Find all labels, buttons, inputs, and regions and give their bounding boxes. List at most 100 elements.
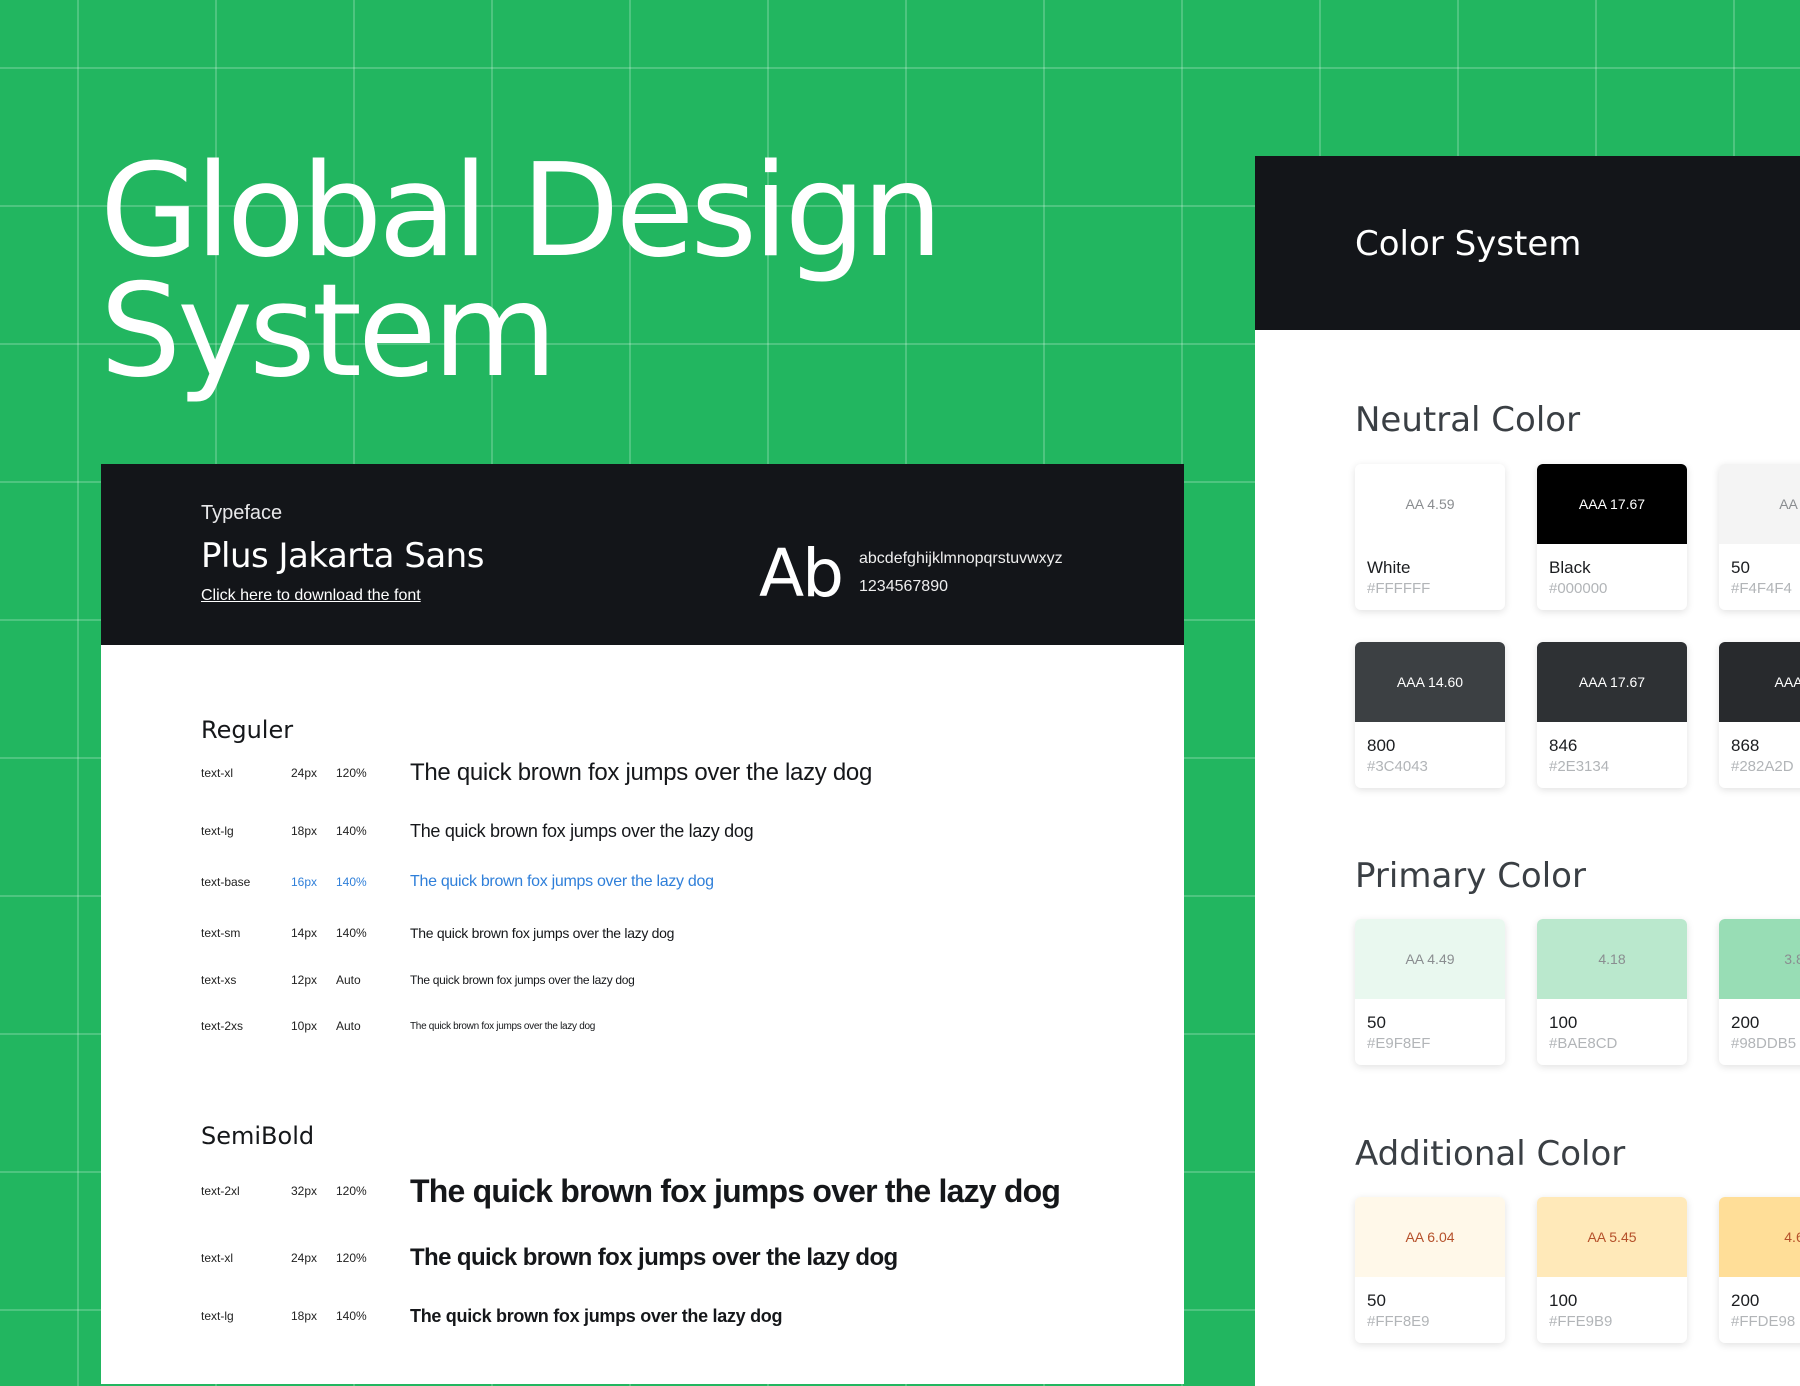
swatch-chip: AAA 17.67 bbox=[1537, 464, 1687, 544]
type-token: text-base bbox=[201, 875, 251, 889]
contrast-label: 4.18 bbox=[1598, 951, 1626, 967]
type-row: text-xl 24px 120% The quick brown fox ju… bbox=[201, 753, 1161, 793]
swatch-hex: #3C4043 bbox=[1367, 758, 1428, 775]
swatch-neutral-black[interactable]: AAA 17.67 Black #000000 bbox=[1537, 464, 1687, 610]
numbers-specimen: 1234567890 bbox=[859, 578, 948, 595]
swatch-name: 200 bbox=[1731, 1291, 1760, 1310]
swatch-name: 100 bbox=[1549, 1013, 1578, 1032]
type-sample: The quick brown fox jumps over the lazy … bbox=[410, 1244, 898, 1271]
additional-color-title: Additional Color bbox=[1355, 1134, 1626, 1174]
swatch-name: 868 bbox=[1731, 736, 1760, 755]
hero-title: Global Design System bbox=[100, 148, 943, 406]
type-line-height: 140% bbox=[336, 926, 367, 940]
swatch-primary-100[interactable]: 4.18 100 #BAE8CD bbox=[1537, 919, 1687, 1065]
swatch-hex: #FFF8E9 bbox=[1367, 1313, 1430, 1330]
download-font-link[interactable]: Click here to download the font bbox=[201, 587, 421, 605]
typeface-header: Typeface Plus Jakarta Sans Click here to… bbox=[101, 464, 1184, 645]
color-system-title: Color System bbox=[1355, 224, 1582, 264]
font-name: Plus Jakarta Sans bbox=[201, 536, 484, 576]
swatch-chip: AA 4 bbox=[1719, 464, 1800, 544]
swatch-chip: AA 5.45 bbox=[1537, 1197, 1687, 1277]
type-token: text-2xl bbox=[201, 1184, 240, 1198]
swatch-hex: #E9F8EF bbox=[1367, 1035, 1431, 1052]
type-line-height: 140% bbox=[336, 875, 367, 889]
color-system-card: Color System Neutral Color AA 4.59 White… bbox=[1255, 156, 1800, 1386]
swatch-name: 50 bbox=[1731, 558, 1750, 577]
type-sample: The quick brown fox jumps over the lazy … bbox=[410, 820, 754, 841]
contrast-label: AAA 17.67 bbox=[1578, 496, 1646, 512]
swatch-primary-200[interactable]: 3.8 200 #98DDB5 bbox=[1719, 919, 1800, 1065]
type-token: text-xl bbox=[201, 1251, 234, 1265]
type-sample: The quick brown fox jumps over the lazy … bbox=[410, 925, 675, 941]
swatch-additional-50[interactable]: AA 6.04 50 #FFF8E9 bbox=[1355, 1197, 1505, 1343]
swatch-hex: #282A2D bbox=[1731, 758, 1794, 775]
swatch-hex: #FFE9B9 bbox=[1549, 1313, 1613, 1330]
swatch-primary-50[interactable]: AA 4.49 50 #E9F8EF bbox=[1355, 919, 1505, 1065]
contrast-label: 4.6 bbox=[1784, 1229, 1800, 1245]
swatch-hex: #F4F4F4 bbox=[1731, 580, 1792, 597]
type-token: text-lg bbox=[201, 1309, 234, 1323]
regular-weight-title: Reguler bbox=[201, 716, 294, 744]
swatch-hex: #98DDB5 bbox=[1731, 1035, 1797, 1052]
type-sample: The quick brown fox jumps over the lazy … bbox=[410, 759, 873, 786]
type-size: 18px bbox=[291, 824, 318, 838]
contrast-label: AAA 1 bbox=[1774, 674, 1800, 690]
contrast-label: AAA 17.67 bbox=[1578, 674, 1646, 690]
swatch-chip: 4.18 bbox=[1537, 919, 1687, 999]
type-sample: The quick brown fox jumps over the lazy … bbox=[410, 1305, 783, 1326]
type-sample: The quick brown fox jumps over the lazy … bbox=[410, 1172, 1061, 1209]
type-line-height: 140% bbox=[336, 1309, 367, 1323]
type-size: 32px bbox=[291, 1184, 318, 1198]
type-line-height: 140% bbox=[336, 824, 367, 838]
type-token: text-xs bbox=[201, 973, 237, 987]
type-size: 10px bbox=[291, 1019, 318, 1033]
swatch-name: 200 bbox=[1731, 1013, 1760, 1032]
contrast-label: AA 4.59 bbox=[1405, 496, 1455, 512]
type-token: text-xl bbox=[201, 766, 234, 780]
typeface-label: Typeface bbox=[201, 502, 283, 524]
swatch-neutral-white[interactable]: AA 4.59 White #FFFFFF bbox=[1355, 464, 1505, 610]
type-size: 24px bbox=[291, 1251, 318, 1265]
type-row: text-xl 24px 120% The quick brown fox ju… bbox=[201, 1238, 1161, 1278]
type-size: 24px bbox=[291, 766, 318, 780]
alphabet-specimen: abcdefghijklmnopqrstuvwxyz bbox=[859, 550, 1063, 567]
ab-specimen: Ab bbox=[759, 535, 844, 612]
type-size: 16px bbox=[291, 875, 318, 889]
swatch-name: Black bbox=[1549, 558, 1591, 577]
primary-color-title: Primary Color bbox=[1355, 856, 1586, 896]
swatch-neutral-800[interactable]: AAA 14.60 800 #3C4043 bbox=[1355, 642, 1505, 788]
contrast-label: 3.8 bbox=[1784, 951, 1800, 967]
swatch-chip: AAA 17.67 bbox=[1537, 642, 1687, 722]
type-row: text-lg 18px 140% The quick brown fox ju… bbox=[201, 1296, 1161, 1336]
hero-title-line2: System bbox=[100, 257, 557, 406]
swatch-neutral-846[interactable]: AAA 17.67 846 #2E3134 bbox=[1537, 642, 1687, 788]
swatch-hex: #2E3134 bbox=[1549, 758, 1610, 775]
swatch-chip: AA 4.59 bbox=[1355, 464, 1505, 544]
swatch-chip: AAA 14.60 bbox=[1355, 642, 1505, 722]
type-sample: The quick brown fox jumps over the lazy … bbox=[410, 873, 714, 890]
swatch-additional-200[interactable]: 4.6 200 #FFDE98 bbox=[1719, 1197, 1800, 1343]
swatch-additional-100[interactable]: AA 5.45 100 #FFE9B9 bbox=[1537, 1197, 1687, 1343]
swatch-hex: #FFFFFF bbox=[1367, 580, 1431, 597]
type-token: text-2xs bbox=[201, 1019, 244, 1033]
type-row: text-2xs 10px Auto The quick brown fox j… bbox=[201, 1006, 1161, 1046]
type-sample: The quick brown fox jumps over the lazy … bbox=[410, 973, 635, 987]
color-system-header: Color System bbox=[1255, 156, 1800, 330]
swatch-name: White bbox=[1367, 558, 1411, 577]
swatch-neutral-868[interactable]: AAA 1 868 #282A2D bbox=[1719, 642, 1800, 788]
type-size: 18px bbox=[291, 1309, 318, 1323]
type-size: 14px bbox=[291, 926, 318, 940]
type-token: text-lg bbox=[201, 824, 234, 838]
semibold-weight-title: SemiBold bbox=[201, 1122, 315, 1150]
type-line-height: 120% bbox=[336, 1184, 367, 1198]
type-sample: The quick brown fox jumps over the lazy … bbox=[410, 1020, 595, 1032]
swatch-neutral-50[interactable]: AA 4 50 #F4F4F4 bbox=[1719, 464, 1800, 610]
type-row: text-lg 18px 140% The quick brown fox ju… bbox=[201, 811, 1161, 851]
type-token: text-sm bbox=[201, 926, 241, 940]
swatch-name: 846 bbox=[1549, 736, 1578, 755]
type-row: text-xs 12px Auto The quick brown fox ju… bbox=[201, 960, 1161, 1000]
type-size: 12px bbox=[291, 973, 318, 987]
swatch-hex: #BAE8CD bbox=[1549, 1035, 1618, 1052]
neutral-color-title: Neutral Color bbox=[1355, 400, 1581, 440]
type-row: text-2xl 32px 120% The quick brown fox j… bbox=[201, 1161, 1161, 1221]
